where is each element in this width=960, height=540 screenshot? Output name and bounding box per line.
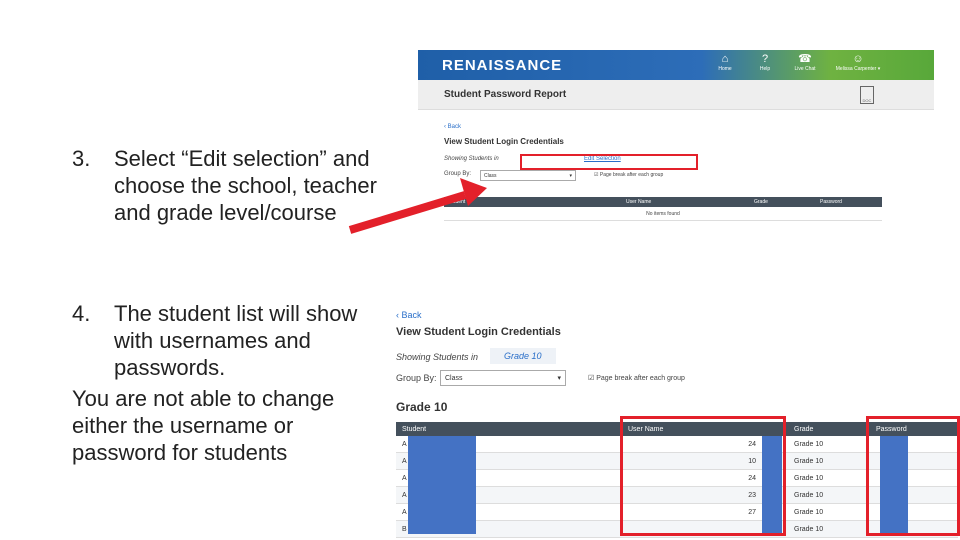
student-name-redaction — [408, 436, 476, 534]
showing-label: Showing Students in — [444, 156, 499, 162]
group-heading: Grade 10 — [396, 400, 448, 414]
step-3-text: 3. Select “Edit selection” and choose th… — [72, 145, 382, 226]
cell-grade: Grade 10 — [794, 440, 824, 448]
cell-grade: Grade 10 — [794, 457, 824, 465]
page-title: View Student Login Credentials — [444, 137, 564, 146]
group-by-value: Class — [445, 374, 463, 382]
nav-user-menu[interactable]: ☺ Melissa Carpenter ▾ — [830, 53, 886, 72]
note-text: You are not able to change either the us… — [72, 386, 335, 465]
back-link[interactable]: ‹ Back — [396, 310, 422, 320]
top-nav: ⌂ Home ? Help ☎ Live Chat ☺ Melissa Carp… — [710, 53, 886, 72]
nav-live-chat[interactable]: ☎ Live Chat — [790, 53, 820, 72]
report-header: Student Password Report DOC — [418, 80, 934, 110]
highlight-box — [520, 154, 698, 170]
nav-live-chat-label: Live Chat — [794, 66, 816, 72]
col-grade[interactable]: Grade — [788, 426, 870, 433]
cell-grade: Grade 10 — [794, 525, 824, 533]
report-title: Student Password Report — [444, 89, 567, 100]
nav-help[interactable]: ? Help — [750, 53, 780, 72]
grade-selection-link[interactable]: Grade 10 — [490, 348, 556, 364]
page-title: View Student Login Credentials — [396, 326, 561, 338]
group-by-value: Class — [484, 172, 497, 179]
chevron-down-icon: ▾ — [569, 172, 572, 179]
empty-message: No items found — [444, 208, 882, 221]
renaissance-logo: RENAISSANCE — [442, 57, 563, 74]
document-export-icon[interactable]: DOC — [860, 86, 874, 104]
col-student[interactable]: Student — [396, 426, 622, 433]
username-highlight-frame — [620, 416, 786, 536]
group-by-select[interactable]: Class ▾ — [480, 170, 576, 181]
screenshot-student-list: ‹ Back View Student Login Credentials Gr… — [392, 300, 960, 540]
home-icon: ⌂ — [721, 53, 729, 65]
step-3-body: Select “Edit selection” and choose the s… — [114, 146, 377, 225]
nav-home-label: Home — [718, 66, 732, 72]
chevron-down-icon: ▾ — [557, 375, 561, 382]
nav-help-label: Help — [759, 66, 771, 72]
cell-grade: Grade 10 — [794, 491, 824, 499]
group-by-select[interactable]: Class ▾ — [440, 370, 566, 386]
group-by-label: Group By: — [396, 373, 437, 383]
group-by-label: Group By: — [444, 171, 472, 177]
page-break-checkbox[interactable]: ☑ Page break after each group — [594, 172, 663, 178]
cell-grade: Grade 10 — [794, 474, 824, 482]
col-username[interactable]: User Name — [626, 199, 754, 205]
cell-grade: Grade 10 — [794, 508, 824, 516]
step-4-text: 4. The student list will show with usern… — [72, 300, 372, 466]
back-link[interactable]: ‹ Back — [444, 124, 461, 130]
page-break-checkbox[interactable]: ☑ Page break after each group — [588, 374, 685, 382]
step-4-number: 4. — [72, 301, 91, 326]
showing-label: Showing Students in — [396, 352, 479, 362]
nav-user-label: Melissa Carpenter ▾ — [835, 66, 881, 72]
doc-icon-label: DOC — [862, 98, 872, 103]
col-grade[interactable]: Grade — [754, 199, 820, 205]
col-student[interactable]: Student — [444, 199, 626, 205]
nav-home[interactable]: ⌂ Home — [710, 53, 740, 72]
table-header: Student User Name Grade Password — [444, 197, 882, 207]
help-icon: ? — [761, 53, 769, 65]
headset-icon: ☎ — [798, 53, 812, 65]
screenshot-edit-selection: RENAISSANCE ⌂ Home ? Help ☎ Live Chat ☺ … — [418, 50, 934, 230]
step-4-body: The student list will show with username… — [114, 301, 358, 380]
grade-selection-text: Grade 10 — [504, 351, 542, 361]
top-banner: RENAISSANCE ⌂ Home ? Help ☎ Live Chat ☺ … — [418, 50, 934, 80]
user-icon: ☺ — [852, 53, 864, 65]
step-3-number: 3. — [72, 146, 91, 171]
password-highlight-frame — [866, 416, 960, 536]
col-password[interactable]: Password — [820, 199, 880, 205]
